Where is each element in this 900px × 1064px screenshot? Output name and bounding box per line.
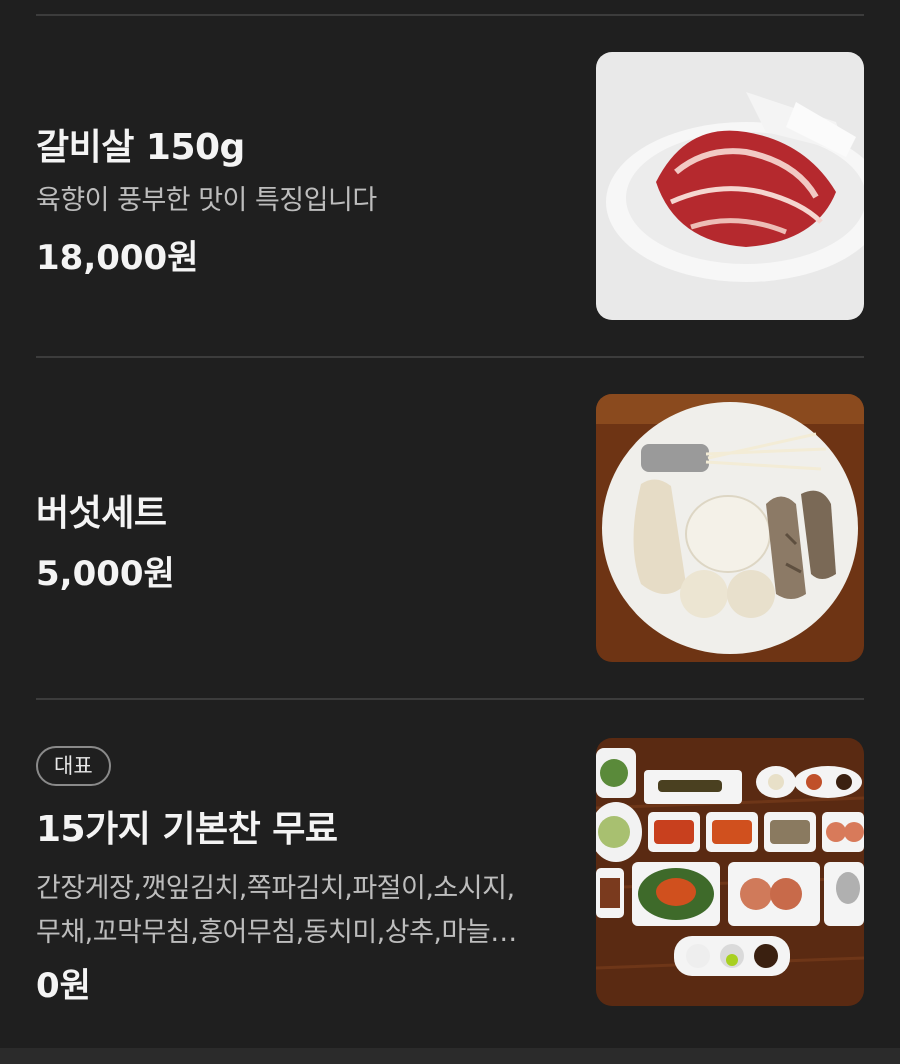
menu-item-name: 갈비살 150g: [36, 127, 245, 168]
menu-item-description: 육향이 풍부한 맛이 특징입니다: [36, 185, 377, 216]
menu-item-beef-rib[interactable]: 갈비살 150g 육향이 풍부한 맛이 특징입니다 18,000원: [36, 52, 864, 320]
menu-item-image[interactable]: [596, 738, 864, 1006]
mushroom-set-plate-photo-icon: [596, 394, 864, 662]
menu-item-side-dishes[interactable]: 대표 15가지 기본찬 무료 간장게장,깻잎김치,쪽파김치,파절이,소시지, 무…: [36, 738, 864, 1006]
menu-item-description-cont: 무채,꼬막무침,홍어무침,동치미,상추,마늘…: [36, 917, 517, 948]
menu-item-price: 18,000원: [36, 238, 199, 278]
menu-item-description: 간장게장,깻잎김치,쪽파김치,파절이,소시지,: [36, 873, 515, 904]
menu-item-mushroom-set[interactable]: 버섯세트 5,000원: [36, 394, 864, 662]
menu-item-image[interactable]: [596, 52, 864, 320]
menu-item-name: 버섯세트: [36, 493, 167, 534]
divider-top: [36, 14, 864, 16]
menu-item-price: 5,000원: [36, 554, 175, 594]
signature-badge: 대표: [36, 746, 111, 786]
divider: [36, 356, 864, 358]
bottom-bar: [0, 1048, 900, 1064]
side-dishes-table-photo-icon: [596, 738, 864, 1006]
menu-item-name: 15가지 기본찬 무료: [36, 809, 338, 850]
menu-item-image[interactable]: [596, 394, 864, 662]
menu-item-price: 0원: [36, 966, 91, 1006]
beef-rib-plate-photo-icon: [596, 52, 864, 320]
divider: [36, 698, 864, 700]
